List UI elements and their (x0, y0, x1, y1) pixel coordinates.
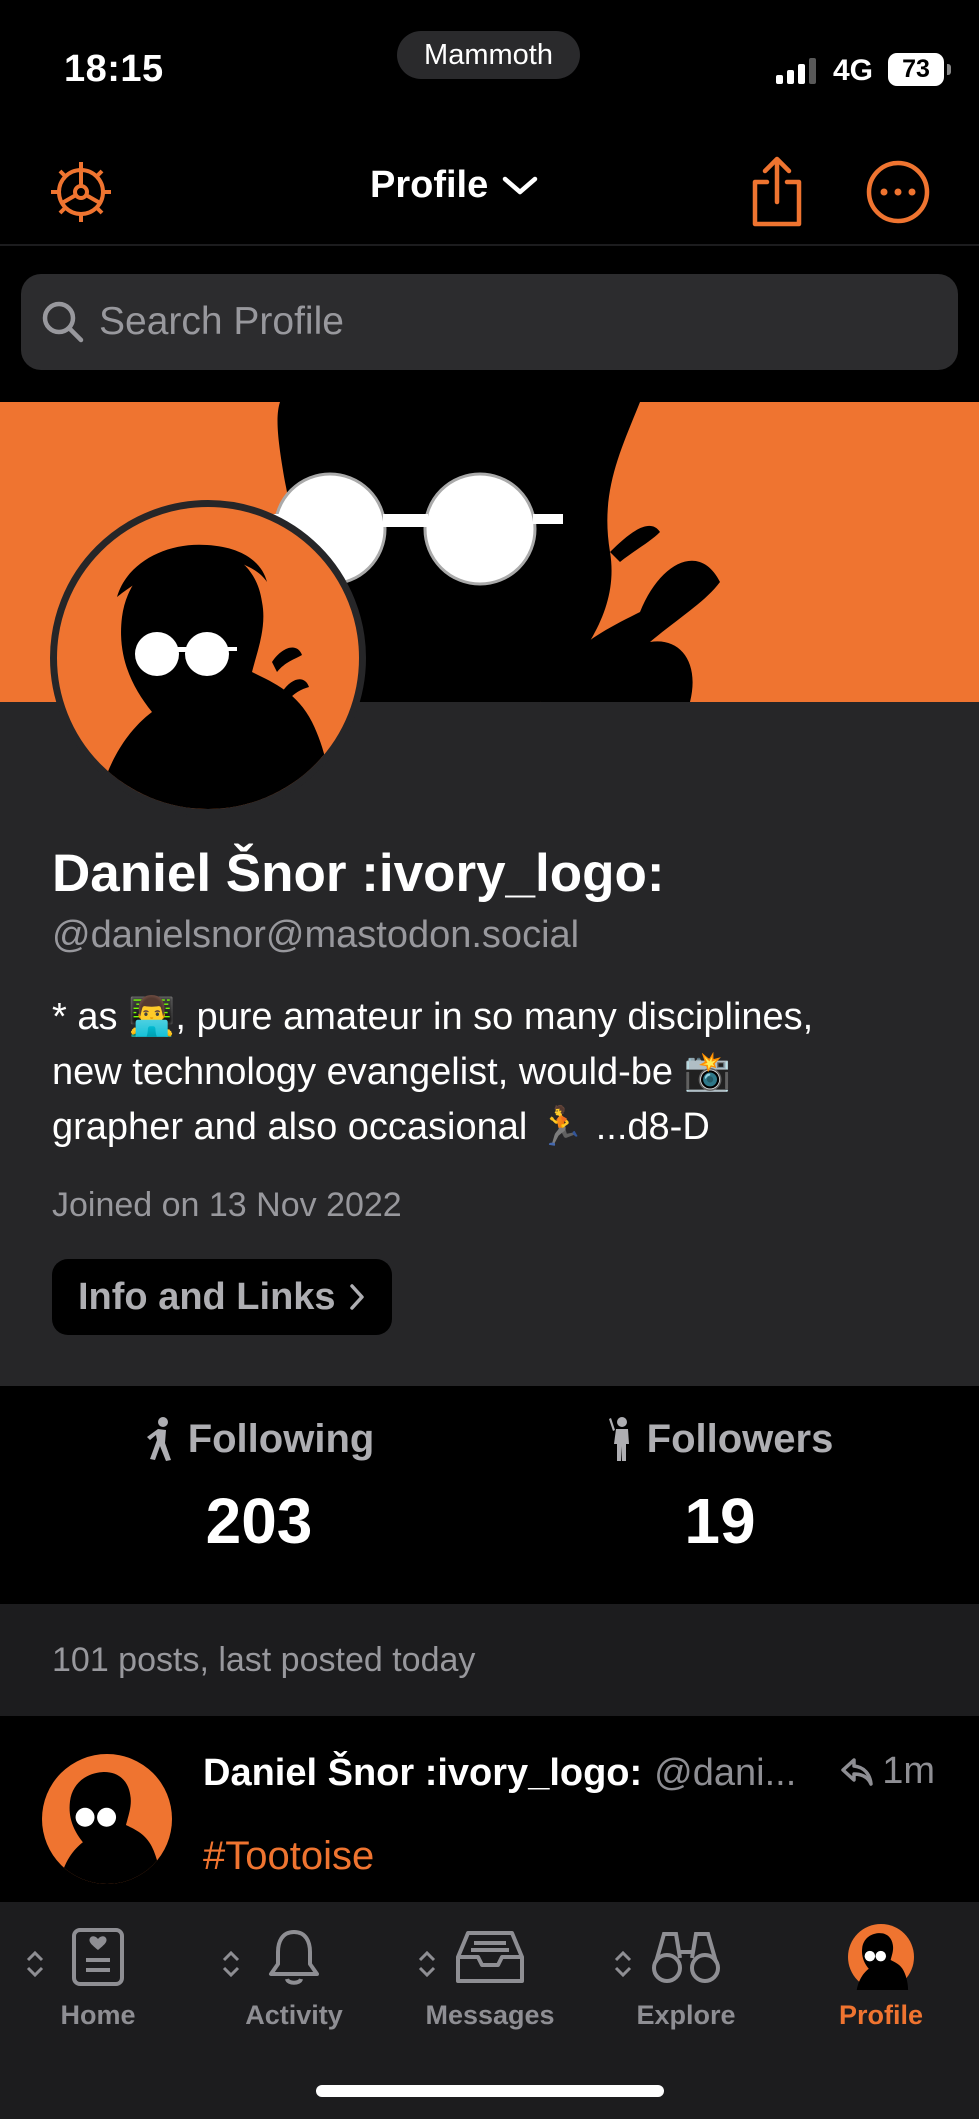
bio-line: new technology evangelist, would-be 📸 (52, 1051, 731, 1093)
followers-count: 19 (684, 1485, 756, 1557)
post-header: Daniel Šnor :ivory_logo: @dani... (203, 1752, 796, 1795)
battery-icon: 73 (888, 53, 951, 86)
account-handle[interactable]: @danielsnor@mastodon.social (52, 914, 579, 957)
reply-arrow-icon (841, 1757, 873, 1786)
bio-line: * as 👨‍💻, pure amateur in so many discip… (52, 996, 814, 1038)
profile-bio: * as 👨‍💻, pure amateur in so many discip… (52, 990, 932, 1155)
profile-title-dropdown[interactable]: Profile (370, 164, 538, 207)
inbox-icon (456, 1931, 524, 1983)
tab-label: Profile (838, 2000, 924, 2030)
status-time: 18:15 (64, 48, 164, 90)
search-icon (42, 301, 84, 343)
tab-label: Explore (636, 2000, 736, 2030)
post-item[interactable]: Daniel Šnor :ivory_logo: @dani... 1m #To… (0, 1716, 979, 1902)
tab-label: Activity (245, 2000, 343, 2030)
more-options-icon[interactable] (858, 152, 938, 232)
follow-stats: Following 203 Followers 19 (0, 1388, 979, 1602)
post-timestamp: 1m (840, 1750, 935, 1793)
post-author-name: Daniel Šnor :ivory_logo: (203, 1752, 643, 1794)
post-author-avatar[interactable] (42, 1754, 172, 1884)
profile-avatar[interactable] (50, 500, 366, 816)
navigation-bar: Profile (0, 140, 979, 246)
posts-summary: 101 posts, last posted today (0, 1604, 979, 1716)
post-time-text: 1m (882, 1750, 935, 1792)
home-indicator[interactable] (316, 2085, 664, 2097)
network-type: 4G (833, 54, 874, 87)
search-bar[interactable] (21, 274, 958, 370)
bio-line: grapher and also occasional 🏃 ...d8-D (52, 1106, 710, 1148)
chevron-updown-icon (614, 1950, 632, 1978)
profile-avatar-icon (848, 1924, 914, 1990)
tab-label: Home (60, 2000, 136, 2030)
settings-gear-icon[interactable] (41, 152, 121, 232)
following-label: Following (187, 1416, 375, 1461)
display-name: Daniel Šnor :ivory_logo: (52, 844, 665, 903)
info-and-links-button[interactable]: Info and Links (52, 1259, 392, 1335)
joined-date: Joined on 13 Nov 2022 (52, 1186, 402, 1224)
bell-icon (269, 1930, 319, 1985)
tab-label: Messages (425, 2000, 555, 2030)
app-name-pill[interactable]: Mammoth (397, 31, 580, 79)
post-author-handle: @dani... (654, 1752, 797, 1794)
binoculars-icon (652, 1932, 720, 1983)
tab-home[interactable]: Home (0, 1922, 196, 2042)
followers-stat[interactable]: Followers 19 (475, 1416, 965, 1558)
chevron-right-icon (349, 1284, 364, 1310)
chevron-updown-icon (418, 1950, 436, 1978)
followers-label: Followers (646, 1416, 834, 1461)
tab-explore[interactable]: Explore (588, 1922, 784, 2042)
search-input[interactable] (99, 300, 899, 344)
chevron-updown-icon (26, 1950, 44, 1978)
following-count: 203 (205, 1485, 313, 1557)
post-hashtag-link[interactable]: #Tootoise (203, 1834, 374, 1879)
tab-profile[interactable]: Profile (783, 1922, 979, 2042)
chevron-updown-icon (222, 1950, 240, 1978)
home-icon (72, 1928, 124, 1986)
page-title: Profile (370, 164, 489, 206)
share-icon[interactable] (737, 152, 817, 232)
walking-person-icon (146, 1417, 171, 1461)
status-bar: 18:15 Mammoth 4G 73 (0, 0, 979, 140)
standing-person-icon (608, 1417, 629, 1461)
following-stat[interactable]: Following 203 (14, 1416, 504, 1558)
signal-icon (776, 56, 816, 84)
chevron-down-icon (503, 176, 538, 194)
info-and-links-label: Info and Links (78, 1275, 336, 1318)
tab-messages[interactable]: Messages (392, 1922, 588, 2042)
tab-activity[interactable]: Activity (196, 1922, 392, 2042)
